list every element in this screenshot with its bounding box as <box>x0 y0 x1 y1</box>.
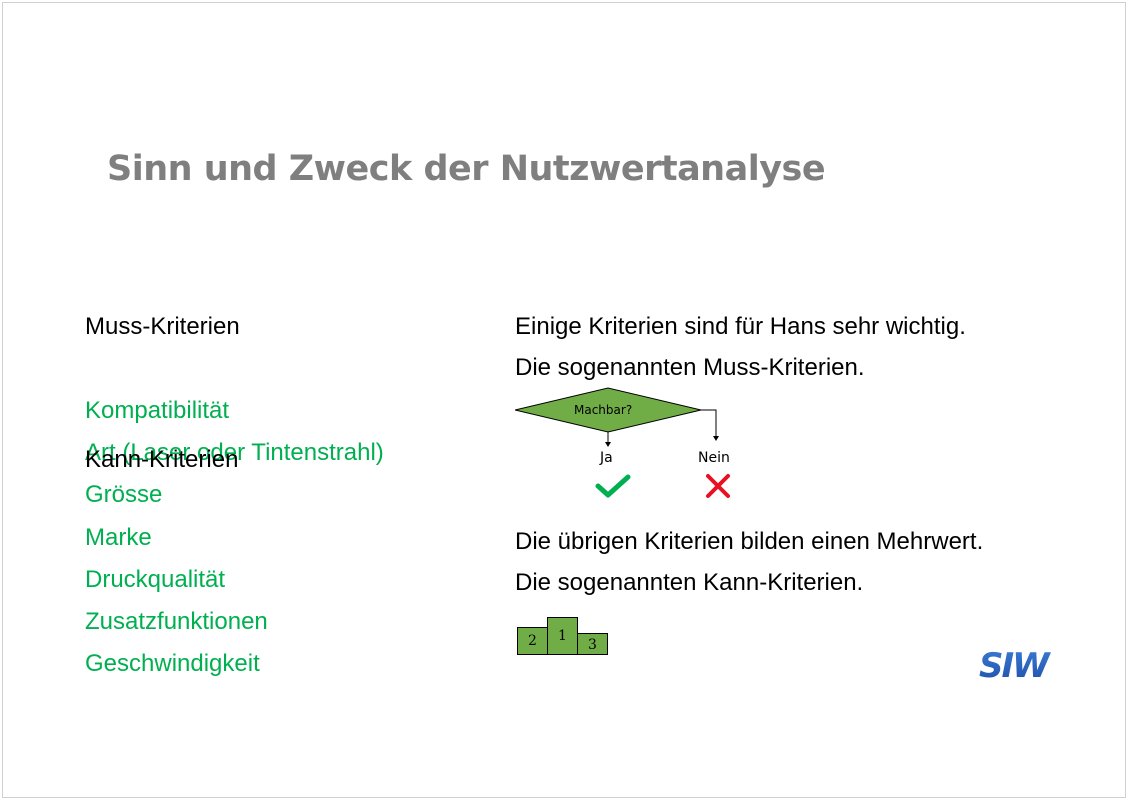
decision-diagram: Machbar? Ja Nein <box>515 387 745 507</box>
no-label: Nein <box>698 450 730 466</box>
criteria-item: Grösse <box>85 481 163 508</box>
cross-icon <box>706 474 730 498</box>
siw-logo-icon: SIW <box>979 646 1053 686</box>
muss-kriterien-heading: Muss-Kriterien <box>85 313 240 340</box>
criteria-item: Geschwindigkeit <box>85 650 260 677</box>
slide-title: Sinn und Zweck der Nutzwertanalyse <box>107 149 826 189</box>
siw-logo-text: SIW <box>979 647 1051 683</box>
right-text-line: Die übrigen Kriterien bilden einen Mehrw… <box>515 528 984 555</box>
siw-logo: SIW <box>977 646 1077 688</box>
podium-third: 3 <box>577 633 608 655</box>
criteria-item: Druckqualität <box>85 566 226 593</box>
criteria-item: Marke <box>85 524 152 551</box>
podium-first: 1 <box>547 617 578 655</box>
check-icon <box>595 474 631 498</box>
right-text-line: Die sogenannten Muss-Kriterien. <box>515 354 865 381</box>
criteria-item: Zusatzfunktionen <box>85 608 268 635</box>
decision-question: Machbar? <box>574 403 633 417</box>
kann-kriterien-heading: Kann-Kriterien <box>85 446 239 473</box>
right-text-line: Die sogenannten Kann-Kriterien. <box>515 569 864 596</box>
criteria-item: Kompatibilität <box>85 397 230 424</box>
slide: Sinn und Zweck der Nutzwertanalyse Muss-… <box>2 2 1126 798</box>
yes-label: Ja <box>600 450 613 466</box>
podium-second: 2 <box>517 627 548 655</box>
right-text-line: Einige Kriterien sind für Hans sehr wich… <box>515 313 966 340</box>
podium-icon: 2 1 3 <box>517 617 609 657</box>
